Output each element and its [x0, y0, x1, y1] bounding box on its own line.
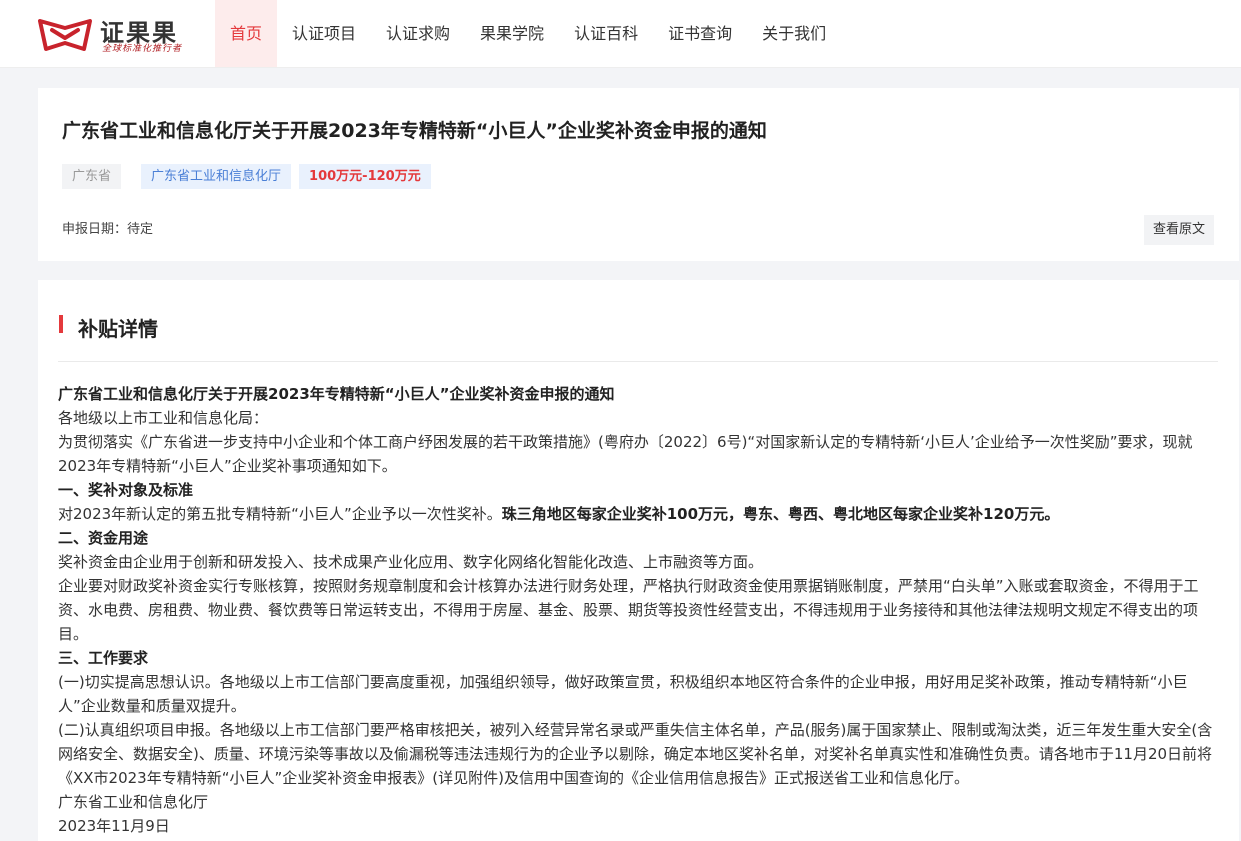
section-accent-bar: [59, 315, 63, 333]
nav-item-certification-purchase[interactable]: 认证求购: [371, 0, 465, 67]
nav-item-academy[interactable]: 果果学院: [465, 0, 559, 67]
signature: 广东省工业和信息化厅: [58, 793, 209, 811]
signature-date: 2023年11月9日: [58, 817, 170, 835]
section-1-title: 一、奖补对象及标准: [58, 481, 194, 499]
notice-tags: 广东省 广东省工业和信息化厅 100万元-120万元: [62, 164, 451, 189]
section-title: 补贴详情: [78, 317, 158, 341]
section-3-title: 三、工作要求: [58, 649, 149, 667]
section-1-bold-text: 珠三角地区每家企业奖补100万元，粤东、粤西、粤北地区每家企业奖补120万元。: [501, 505, 1060, 523]
detail-heading: 广东省工业和信息化厅关于开展2023年专精特新“小巨人”企业奖补资金申报的通知: [58, 385, 615, 403]
notice-title: 广东省工业和信息化厅关于开展2023年专精特新“小巨人”企业奖补资金申报的通知: [62, 120, 767, 142]
nav-item-about-us[interactable]: 关于我们: [747, 0, 841, 67]
nav-item-home[interactable]: 首页: [215, 0, 278, 67]
divider: [58, 361, 1218, 362]
main-nav: 首页 认证项目 认证求购 果果学院 认证百科 证书查询 关于我们: [215, 0, 841, 67]
section-3-paragraph-1: (一)切实提高思想认识。各地级以上市工信部门要高度重视，加强组织领导，做好政策宣…: [58, 673, 1188, 715]
department-tag: 广东省工业和信息化厅: [141, 164, 292, 189]
section-2-title: 二、资金用途: [58, 529, 149, 547]
detail-content: 广东省工业和信息化厅关于开展2023年专精特新“小巨人”企业奖补资金申报的通知 …: [58, 382, 1218, 838]
nav-item-certification-projects[interactable]: 认证项目: [277, 0, 371, 67]
detail-intro: 为贯彻落实《广东省进一步支持中小企业和个体工商户纾困发展的若干政策措施》(粤府办…: [58, 433, 1193, 475]
section-1-paragraph: 对2023年新认定的第五批专精特新“小巨人”企业予以一次性奖补。珠三角地区每家企…: [58, 502, 1218, 526]
notice-summary-card: 广东省工业和信息化厅关于开展2023年专精特新“小巨人”企业奖补资金申报的通知 …: [38, 88, 1239, 261]
section-2-paragraph-2: 企业要对财政奖补资金实行专账核算，按照财务规章制度和会计核算办法进行财务处理，严…: [58, 577, 1199, 643]
section-3-paragraph-2: (二)认真组织项目申报。各地级以上市工信部门要严格审核把关，被列入经营异常名录或…: [58, 721, 1213, 787]
apply-date: 申报日期：待定: [62, 222, 154, 237]
logo-book-icon: [38, 19, 92, 51]
region-tag: 广东省: [62, 164, 122, 189]
subsidy-detail-card: 补贴详情 广东省工业和信息化厅关于开展2023年专精特新“小巨人”企业奖补资金申…: [38, 280, 1239, 841]
logo-slogan: 全球标准化推行者: [102, 44, 183, 54]
detail-salutation: 各地级以上市工业和信息化局：: [58, 409, 269, 427]
view-original-button[interactable]: 查看原文: [1143, 215, 1214, 245]
nav-item-encyclopedia[interactable]: 认证百科: [559, 0, 653, 67]
section-1-text: 对2023年新认定的第五批专精特新“小巨人”企业予以一次性奖补。: [58, 505, 502, 523]
nav-item-certificate-query[interactable]: 证书查询: [653, 0, 747, 67]
site-header: 证果果 全球标准化推行者 首页 认证项目 认证求购 果果学院 认证百科 证书查询…: [0, 0, 1241, 68]
section-2-paragraph-1: 奖补资金由企业用于创新和研发投入、技术成果产业化应用、数字化网络化智能化改造、上…: [58, 553, 764, 571]
site-logo[interactable]: 证果果 全球标准化推行者: [38, 14, 198, 56]
amount-tag: 100万元-120万元: [299, 164, 431, 189]
